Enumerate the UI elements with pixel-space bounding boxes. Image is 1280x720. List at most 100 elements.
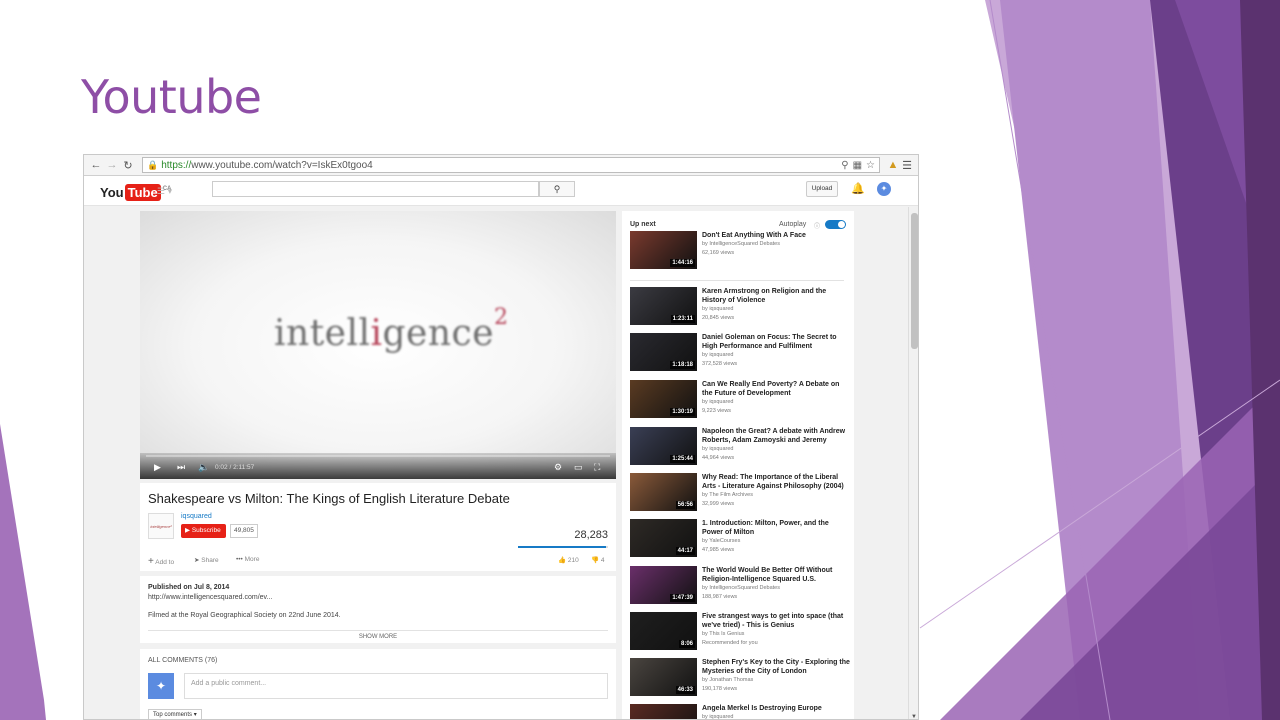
browser-menu-icon[interactable]: ☰ bbox=[900, 159, 914, 172]
page-scrollbar[interactable]: ▼ bbox=[908, 207, 918, 719]
extension-icon[interactable]: ▲ bbox=[886, 159, 900, 171]
more-label: More bbox=[244, 556, 260, 563]
url-field[interactable]: 🔒 https:// www.youtube.com/watch?v=IskEx… bbox=[142, 157, 880, 173]
progress-bar[interactable] bbox=[146, 455, 610, 457]
scroll-down-arrow-icon[interactable]: ▼ bbox=[911, 714, 917, 719]
video-thumbnail[interactable]: 1:23:11 bbox=[630, 287, 697, 325]
player-controls: ▶ ⏭ 🔈 0:02 / 2:11:57 ⚙ ▭ ⛶ bbox=[140, 453, 616, 479]
share-button[interactable]: ➤ Share bbox=[194, 556, 219, 564]
video-thumbnail[interactable]: 1:18:18 bbox=[630, 333, 697, 371]
channel-avatar[interactable]: intelligence² bbox=[148, 513, 174, 539]
video-title-link[interactable]: Stephen Fry's Key to the City - Explorin… bbox=[702, 658, 850, 676]
video-thumbnail[interactable]: 1:44:16 bbox=[630, 231, 697, 269]
like-button[interactable]: 👍 210 bbox=[558, 556, 579, 564]
sort-comments-button[interactable]: Top comments ▾ bbox=[148, 709, 202, 719]
video-duration: 56:56 bbox=[675, 501, 695, 509]
add-to-button[interactable]: + Add to bbox=[148, 556, 174, 567]
theater-mode-icon[interactable]: ▭ bbox=[574, 462, 583, 473]
video-title-link[interactable]: Why Read: The Importance of the Liberal … bbox=[702, 473, 850, 491]
dislike-button[interactable]: 👎 4 bbox=[591, 556, 605, 564]
more-button[interactable]: ••• More bbox=[236, 556, 259, 563]
forward-arrow-icon[interactable]: → bbox=[104, 159, 120, 171]
search-button[interactable]: ⚲ bbox=[539, 181, 575, 197]
video-title-link[interactable]: The World Would Be Better Off Without Re… bbox=[702, 566, 850, 584]
video-views: Recommended for you bbox=[702, 640, 758, 646]
video-duration: 44:17 bbox=[675, 547, 695, 555]
add-to-label: Add to bbox=[155, 559, 175, 566]
youtube-play-icon: ▶ bbox=[185, 527, 190, 534]
video-thumbnail[interactable]: 1:30:19 bbox=[630, 380, 697, 418]
video-title-link[interactable]: Napoleon the Great? A debate with Andrew… bbox=[702, 427, 850, 445]
up-next-video-item[interactable]: 1:47:39 The World Would Be Better Off Wit… bbox=[630, 566, 852, 606]
video-channel: by iqsquared bbox=[702, 399, 734, 405]
thumbs-up-icon: 👍 bbox=[558, 557, 567, 564]
url-actions: ⚲ ▦ ☆ bbox=[841, 160, 875, 171]
video-thumbnail[interactable]: 1:25:44 bbox=[630, 427, 697, 465]
search-icon: ⚲ bbox=[553, 184, 561, 194]
video-title-link[interactable]: 1. Introduction: Milton, Power, and the … bbox=[702, 519, 850, 537]
video-channel: by iqsquared bbox=[702, 352, 734, 358]
video-player[interactable]: intelligence2 ▶ ⏭ 🔈 0:02 / 2:11:57 ⚙ ▭ ⛶ bbox=[140, 211, 616, 479]
scroll-thumb[interactable] bbox=[911, 213, 918, 349]
video-title-link[interactable]: Angela Merkel Is Destroying Europe bbox=[702, 704, 850, 713]
video-thumbnail[interactable]: 46:33 bbox=[630, 658, 697, 696]
video-title-link[interactable]: Don't Eat Anything With A Face bbox=[702, 231, 850, 240]
video-title-link[interactable]: Daniel Goleman on Focus: The Secret to H… bbox=[702, 333, 850, 351]
play-icon[interactable]: ▶ bbox=[154, 462, 161, 473]
show-more-button[interactable]: SHOW MORE bbox=[140, 634, 616, 640]
video-thumbnail[interactable]: 1:47:39 bbox=[630, 566, 697, 604]
video-channel: by iqsquared bbox=[702, 306, 734, 312]
video-duration: 8:06 bbox=[678, 640, 695, 648]
up-next-video-item[interactable]: 1:25:44 Napoleon the Great? A debate with… bbox=[630, 427, 852, 467]
autoplay-label: Autoplay bbox=[779, 221, 807, 228]
time-display: 0:02 / 2:11:57 bbox=[215, 464, 255, 471]
dislike-count: 4 bbox=[600, 557, 605, 564]
fullscreen-icon[interactable]: ⛶ bbox=[594, 462, 600, 473]
up-next-video-item[interactable]: 8:06 Five strangest ways to get into spac… bbox=[630, 612, 852, 652]
subscribe-button[interactable]: ▶ Subscribe bbox=[181, 524, 226, 538]
up-next-video-item[interactable]: 1:44:16 Don't Eat Anything With A Face by … bbox=[630, 231, 852, 271]
up-next-video-item[interactable]: 1:18:18 Daniel Goleman on Focus: The Secr… bbox=[630, 333, 852, 373]
subscriber-count: 49,805 bbox=[230, 524, 258, 538]
zoom-icon[interactable]: ⚲ bbox=[841, 160, 848, 171]
url-path: www.youtube.com/watch?v=IskEx0tgoo4 bbox=[191, 159, 373, 171]
view-count: 28,283 bbox=[574, 529, 608, 541]
logo-part-b: gence bbox=[382, 313, 495, 354]
video-thumbnail[interactable] bbox=[630, 704, 697, 719]
comments-title: ALL COMMENTS (76) bbox=[148, 657, 218, 664]
video-title-link[interactable]: Can We Really End Poverty? A Debate on t… bbox=[702, 380, 850, 398]
guide-menu-icon[interactable]: ☰ ▾ bbox=[157, 186, 172, 197]
video-views: 20,845 views bbox=[702, 315, 735, 321]
upload-button[interactable]: Upload bbox=[806, 181, 838, 197]
video-thumbnail[interactable]: 8:06 bbox=[630, 612, 697, 650]
up-next-video-item[interactable]: 1:30:19 Can We Really End Poverty? A Deba… bbox=[630, 380, 852, 420]
volume-icon[interactable]: 🔈 bbox=[198, 462, 209, 473]
description-link[interactable]: http://www.intelligencesquared.com/ev... bbox=[148, 594, 272, 601]
thumbs-down-icon: 👎 bbox=[591, 557, 600, 564]
reload-icon[interactable]: ↻ bbox=[120, 159, 136, 172]
info-icon[interactable]: ⓘ bbox=[814, 221, 820, 230]
comment-input[interactable]: Add a public comment... bbox=[184, 673, 608, 699]
video-thumbnail[interactable]: 56:56 bbox=[630, 473, 697, 511]
account-avatar[interactable]: ✦ bbox=[877, 182, 891, 196]
settings-gear-icon[interactable]: ⚙ bbox=[554, 462, 562, 473]
page-icon[interactable]: ▦ bbox=[853, 160, 862, 171]
up-next-video-item[interactable]: 46:33 Stephen Fry's Key to the City - Exp… bbox=[630, 658, 852, 698]
bookmark-star-icon[interactable]: ☆ bbox=[866, 160, 875, 171]
up-next-video-item[interactable]: 56:56 Why Read: The Importance of the Lib… bbox=[630, 473, 852, 513]
video-title-link[interactable]: Karen Armstrong on Religion and the Hist… bbox=[702, 287, 850, 305]
back-arrow-icon[interactable]: ← bbox=[88, 159, 104, 171]
video-title-link[interactable]: Five strangest ways to get into space (t… bbox=[702, 612, 850, 630]
search-input[interactable] bbox=[212, 181, 539, 197]
video-views: 372,528 views bbox=[702, 361, 738, 367]
notification-bell-icon[interactable]: 🔔 bbox=[851, 182, 865, 195]
up-next-video-item[interactable]: 1:23:11 Karen Armstrong on Religion and t… bbox=[630, 287, 852, 327]
next-icon[interactable]: ⏭ bbox=[177, 462, 185, 473]
video-duration: 46:33 bbox=[675, 686, 695, 694]
up-next-video-item[interactable]: 44:17 1. Introduction: Milton, Power, and… bbox=[630, 519, 852, 559]
channel-name[interactable]: iqsquared bbox=[181, 513, 212, 520]
up-next-video-item[interactable]: Angela Merkel Is Destroying Europe by iqs… bbox=[630, 704, 852, 719]
video-title: Shakespeare vs Milton: The Kings of Engl… bbox=[148, 491, 510, 506]
video-thumbnail[interactable]: 44:17 bbox=[630, 519, 697, 557]
autoplay-toggle[interactable] bbox=[825, 220, 846, 229]
